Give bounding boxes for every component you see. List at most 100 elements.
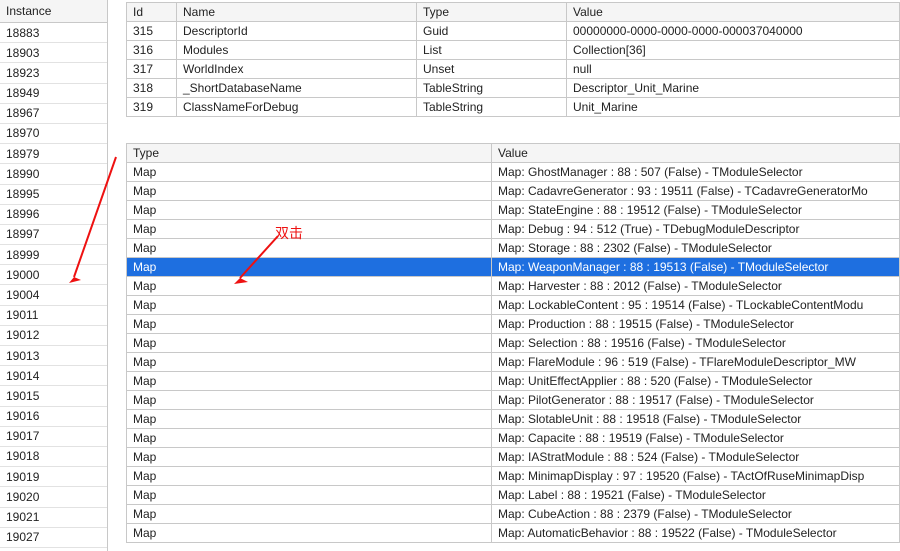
- cell-type: Map: [127, 258, 492, 277]
- instance-list[interactable]: 1888318903189231894918967189701897918990…: [0, 23, 107, 551]
- cell-value: Map: LockableContent : 95 : 19514 (False…: [492, 296, 900, 315]
- cell-value: Map: StateEngine : 88 : 19512 (False) - …: [492, 201, 900, 220]
- table-row[interactable]: MapMap: FlareModule : 96 : 519 (False) -…: [127, 353, 900, 372]
- table-row[interactable]: MapMap: PilotGenerator : 88 : 19517 (Fal…: [127, 391, 900, 410]
- cell-type: Guid: [417, 22, 567, 41]
- properties-grid-wrap: Id Name Type Value 315DescriptorIdGuid00…: [126, 0, 900, 117]
- cell-value: Map: GhostManager : 88 : 507 (False) - T…: [492, 163, 900, 182]
- cell-type: Map: [127, 239, 492, 258]
- instance-row[interactable]: 19004: [0, 285, 107, 305]
- cell-value: Map: Capacite : 88 : 19519 (False) - TMo…: [492, 429, 900, 448]
- instance-row[interactable]: 18995: [0, 185, 107, 205]
- cell-type: Map: [127, 410, 492, 429]
- instance-panel: Instance 1888318903189231894918967189701…: [0, 0, 108, 551]
- table-row[interactable]: 318_ShortDatabaseNameTableStringDescript…: [127, 79, 900, 98]
- table-row[interactable]: MapMap: StateEngine : 88 : 19512 (False)…: [127, 201, 900, 220]
- table-row[interactable]: MapMap: Production : 88 : 19515 (False) …: [127, 315, 900, 334]
- cell-value: Map: CadavreGenerator : 93 : 19511 (Fals…: [492, 182, 900, 201]
- cell-type: TableString: [417, 98, 567, 117]
- cell-type: Map: [127, 524, 492, 543]
- instance-row[interactable]: 18990: [0, 164, 107, 184]
- table-row[interactable]: MapMap: Label : 88 : 19521 (False) - TMo…: [127, 486, 900, 505]
- cell-type: Map: [127, 486, 492, 505]
- table-row[interactable]: MapMap: LockableContent : 95 : 19514 (Fa…: [127, 296, 900, 315]
- table-row[interactable]: MapMap: Harvester : 88 : 2012 (False) - …: [127, 277, 900, 296]
- cell-value: Map: CubeAction : 88 : 2379 (False) - TM…: [492, 505, 900, 524]
- properties-grid[interactable]: Id Name Type Value 315DescriptorIdGuid00…: [126, 2, 900, 117]
- instance-row[interactable]: 19015: [0, 386, 107, 406]
- cell-type: Map: [127, 391, 492, 410]
- cell-type: Map: [127, 505, 492, 524]
- cell-type: Map: [127, 201, 492, 220]
- table-row[interactable]: MapMap: IAStratModule : 88 : 524 (False)…: [127, 448, 900, 467]
- cell-id: 317: [127, 60, 177, 79]
- cell-value: Descriptor_Unit_Marine: [567, 79, 900, 98]
- table-row[interactable]: MapMap: Capacite : 88 : 19519 (False) - …: [127, 429, 900, 448]
- instance-row[interactable]: 18967: [0, 104, 107, 124]
- instance-row[interactable]: 18883: [0, 23, 107, 43]
- col-type[interactable]: Type: [417, 3, 567, 22]
- instance-row[interactable]: 19018: [0, 447, 107, 467]
- instance-row[interactable]: 19017: [0, 427, 107, 447]
- instance-row[interactable]: 19014: [0, 366, 107, 386]
- instance-row[interactable]: 18923: [0, 63, 107, 83]
- instance-row[interactable]: 19012: [0, 326, 107, 346]
- instance-row[interactable]: 18997: [0, 225, 107, 245]
- cell-type: Map: [127, 372, 492, 391]
- cell-type: Map: [127, 467, 492, 486]
- instance-row[interactable]: 19011: [0, 306, 107, 326]
- table-row[interactable]: 316ModulesListCollection[36]: [127, 41, 900, 60]
- cell-value: Map: SlotableUnit : 88 : 19518 (False) -…: [492, 410, 900, 429]
- cell-value: Map: Storage : 88 : 2302 (False) - TModu…: [492, 239, 900, 258]
- cell-value: Map: FlareModule : 96 : 519 (False) - TF…: [492, 353, 900, 372]
- cell-value: Map: MinimapDisplay : 97 : 19520 (False)…: [492, 467, 900, 486]
- table-row[interactable]: MapMap: AutomaticBehavior : 88 : 19522 (…: [127, 524, 900, 543]
- instance-row[interactable]: 18979: [0, 144, 107, 164]
- instance-header: Instance: [0, 0, 107, 23]
- table-row[interactable]: MapMap: WeaponManager : 88 : 19513 (Fals…: [127, 258, 900, 277]
- instance-row[interactable]: 18903: [0, 43, 107, 63]
- col-id[interactable]: Id: [127, 3, 177, 22]
- instance-row[interactable]: 19013: [0, 346, 107, 366]
- instance-row[interactable]: 18999: [0, 245, 107, 265]
- instance-row[interactable]: 19020: [0, 487, 107, 507]
- cell-type: TableString: [417, 79, 567, 98]
- cell-type: Map: [127, 220, 492, 239]
- table-row[interactable]: 319ClassNameForDebugTableStringUnit_Mari…: [127, 98, 900, 117]
- table-row[interactable]: 317WorldIndexUnsetnull: [127, 60, 900, 79]
- instance-row[interactable]: 19016: [0, 407, 107, 427]
- cell-name: WorldIndex: [177, 60, 417, 79]
- modules-grid[interactable]: Type Value MapMap: GhostManager : 88 : 5…: [126, 143, 900, 543]
- col-value[interactable]: Value: [492, 144, 900, 163]
- table-row[interactable]: MapMap: Storage : 88 : 2302 (False) - TM…: [127, 239, 900, 258]
- instance-row[interactable]: 19027: [0, 528, 107, 548]
- cell-name: _ShortDatabaseName: [177, 79, 417, 98]
- cell-type: Map: [127, 334, 492, 353]
- table-row[interactable]: MapMap: CubeAction : 88 : 2379 (False) -…: [127, 505, 900, 524]
- cell-value: Map: IAStratModule : 88 : 524 (False) - …: [492, 448, 900, 467]
- table-row[interactable]: 315DescriptorIdGuid00000000-0000-0000-00…: [127, 22, 900, 41]
- col-name[interactable]: Name: [177, 3, 417, 22]
- table-row[interactable]: MapMap: MinimapDisplay : 97 : 19520 (Fal…: [127, 467, 900, 486]
- table-row[interactable]: MapMap: UnitEffectApplier : 88 : 520 (Fa…: [127, 372, 900, 391]
- table-row[interactable]: MapMap: Selection : 88 : 19516 (False) -…: [127, 334, 900, 353]
- cell-name: ClassNameForDebug: [177, 98, 417, 117]
- instance-row[interactable]: 18996: [0, 205, 107, 225]
- col-type[interactable]: Type: [127, 144, 492, 163]
- cell-type: Map: [127, 448, 492, 467]
- cell-type: Map: [127, 353, 492, 372]
- instance-row[interactable]: 18949: [0, 84, 107, 104]
- detail-panel: Id Name Type Value 315DescriptorIdGuid00…: [108, 0, 900, 551]
- instance-row[interactable]: 19000: [0, 265, 107, 285]
- instance-row[interactable]: 19019: [0, 467, 107, 487]
- cell-id: 319: [127, 98, 177, 117]
- col-value[interactable]: Value: [567, 3, 900, 22]
- table-row[interactable]: MapMap: GhostManager : 88 : 507 (False) …: [127, 163, 900, 182]
- table-row[interactable]: MapMap: SlotableUnit : 88 : 19518 (False…: [127, 410, 900, 429]
- table-row[interactable]: MapMap: Debug : 94 : 512 (True) - TDebug…: [127, 220, 900, 239]
- table-row[interactable]: MapMap: CadavreGenerator : 93 : 19511 (F…: [127, 182, 900, 201]
- instance-row[interactable]: 18970: [0, 124, 107, 144]
- instance-row[interactable]: 19021: [0, 508, 107, 528]
- modules-grid-wrap: Type Value MapMap: GhostManager : 88 : 5…: [126, 143, 900, 551]
- cell-type: List: [417, 41, 567, 60]
